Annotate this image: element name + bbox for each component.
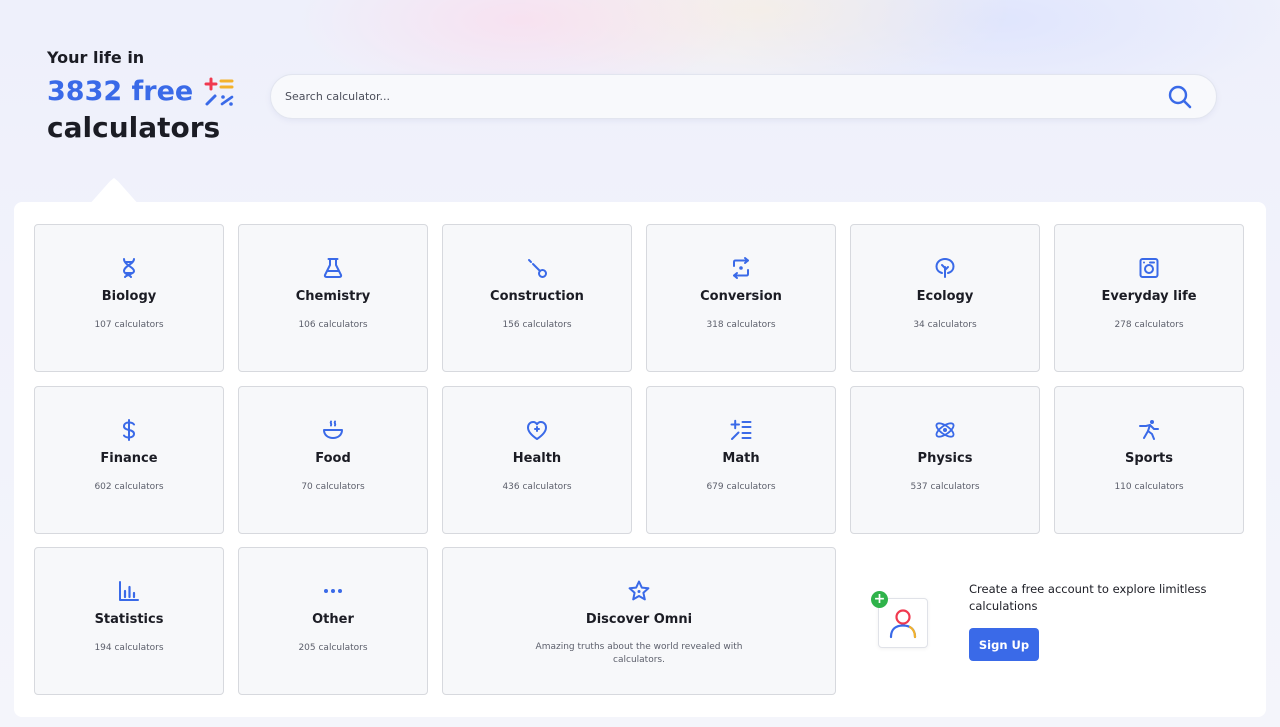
user-icon: [889, 609, 917, 639]
flask-icon: [323, 258, 343, 278]
category-count: 107 calculators: [94, 320, 164, 330]
bar-chart-icon: [119, 581, 139, 601]
category-card-construction[interactable]: Construction 156 calculators: [442, 224, 632, 372]
category-count: 110 calculators: [1114, 482, 1184, 492]
search-input[interactable]: [271, 75, 1160, 118]
hero-title: Your life in 3832 free calculators: [47, 48, 247, 146]
category-card-conversion[interactable]: Conversion 318 calculators: [646, 224, 836, 372]
category-name: Biology: [101, 289, 157, 304]
category-count: 436 calculators: [502, 482, 572, 492]
discover-omni-card[interactable]: Discover Omni Amazing truths about the w…: [442, 547, 836, 695]
category-name: Statistics: [94, 612, 164, 627]
heart-icon: [527, 421, 547, 440]
category-name: Chemistry: [295, 289, 371, 304]
category-count: 194 calculators: [94, 643, 164, 653]
category-count: 537 calculators: [910, 482, 980, 492]
math-operators-icon: [730, 419, 752, 440]
conversion-icon: [733, 257, 749, 279]
category-count: 156 calculators: [502, 320, 572, 330]
category-name: Conversion: [700, 289, 782, 304]
category-count: 602 calculators: [94, 482, 164, 492]
category-name: Math: [722, 451, 760, 466]
category-count: 70 calculators: [301, 482, 365, 492]
category-count: 205 calculators: [298, 643, 368, 653]
category-name: Health: [512, 451, 562, 466]
category-count: 106 calculators: [298, 320, 368, 330]
category-card-biology[interactable]: Biology 107 calculators: [34, 224, 224, 372]
add-badge: +: [871, 591, 888, 608]
category-card-food[interactable]: Food 70 calculators: [238, 386, 428, 534]
dollar-icon: [122, 419, 136, 441]
search-bar: [270, 74, 1217, 119]
category-card-other[interactable]: Other 205 calculators: [238, 547, 428, 695]
atom-icon: [935, 422, 955, 438]
hero-line-3: calculators: [47, 111, 221, 144]
leaf-icon: [935, 257, 955, 278]
category-name: Ecology: [916, 289, 974, 304]
category-name: Finance: [100, 451, 158, 466]
category-card-chemistry[interactable]: Chemistry 106 calculators: [238, 224, 428, 372]
sign-up-button[interactable]: Sign Up: [969, 628, 1039, 661]
bowl-icon: [323, 420, 343, 439]
signup-prompt: Create a free account to explore limitle…: [969, 582, 1207, 613]
category-count: 34 calculators: [913, 320, 977, 330]
category-card-health[interactable]: Health 436 calculators: [442, 386, 632, 534]
category-card-everyday-life[interactable]: Everyday life 278 calculators: [1054, 224, 1244, 372]
calculator-count: 3832 free: [47, 76, 194, 107]
discover-title: Discover Omni: [585, 612, 693, 627]
category-card-physics[interactable]: Physics 537 calculators: [850, 386, 1040, 534]
category-name: Everyday life: [1101, 289, 1197, 304]
dna-icon: [122, 258, 136, 278]
category-card-finance[interactable]: Finance 602 calculators: [34, 386, 224, 534]
running-person-icon: [1139, 420, 1159, 440]
hero-line-2: 3832 free: [47, 74, 247, 110]
math-operators-icon: [204, 77, 234, 106]
search-button[interactable]: [1160, 77, 1200, 117]
category-count: 318 calculators: [706, 320, 776, 330]
wrench-icon: [528, 259, 547, 278]
hero-line-1: Your life in: [47, 48, 145, 67]
category-card-statistics[interactable]: Statistics 194 calculators: [34, 547, 224, 695]
category-name: Construction: [490, 289, 584, 304]
category-name: Physics: [917, 451, 973, 466]
category-count: 278 calculators: [1114, 320, 1184, 330]
discover-description: Amazing truths about the world revealed …: [535, 642, 743, 665]
washing-machine-icon: [1139, 258, 1159, 278]
category-name: Food: [315, 451, 351, 466]
category-card-ecology[interactable]: Ecology 34 calculators: [850, 224, 1040, 372]
category-count: 679 calculators: [706, 482, 776, 492]
more-dots-icon: [324, 589, 342, 593]
search-icon: [1168, 85, 1192, 108]
category-name: Sports: [1125, 451, 1173, 466]
category-card-math[interactable]: Math 679 calculators: [646, 386, 836, 534]
category-card-sports[interactable]: Sports 110 calculators: [1054, 386, 1244, 534]
star-icon: [628, 580, 650, 601]
category-name: Other: [312, 612, 354, 627]
